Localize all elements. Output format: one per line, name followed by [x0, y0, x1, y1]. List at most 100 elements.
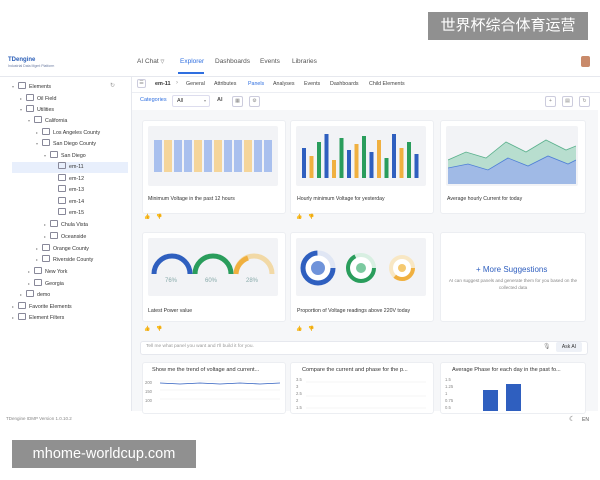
thumbs-up-icon[interactable]: 👍 — [296, 214, 302, 220]
app-logo[interactable]: TDengine Industrial Data Mgmt Platform — [8, 57, 54, 68]
element-icon — [26, 290, 34, 297]
chevron-down-icon: ▾ — [203, 98, 206, 103]
nav-events[interactable]: Events — [260, 58, 280, 65]
tab-attributes[interactable]: Attributes — [214, 81, 236, 87]
sidebar-item-favorite-elements[interactable]: ▸ Favorite Elements — [12, 302, 72, 312]
grid-view-icon[interactable]: ▦ — [232, 96, 243, 107]
tab-child-elements[interactable]: Child Elements — [369, 81, 405, 87]
sidebar-item-label: demo — [37, 292, 51, 298]
thumbs-down-icon[interactable]: 👎 — [156, 214, 162, 220]
sidebar-item-label: Oceanside — [61, 234, 87, 240]
categories-label[interactable]: Categories — [140, 97, 167, 103]
avatar[interactable] — [581, 56, 590, 67]
sidebar-item-chula-vista[interactable]: ▸ Chula Vista — [44, 220, 88, 230]
thumbs-down-icon[interactable]: 👎 — [156, 326, 162, 332]
sidebar-item-elements[interactable]: ▾ Elements — [12, 82, 51, 92]
bar — [339, 138, 344, 178]
microphone-icon[interactable]: 🎙 — [543, 343, 551, 350]
dark-mode-icon[interactable]: ☾ — [569, 415, 575, 423]
panel-title: Show me the trend of voltage and current… — [152, 367, 260, 373]
sidebar-item-em-11[interactable]: em-11 — [52, 162, 84, 172]
sidebar-item-label: California — [45, 118, 68, 124]
thumbs-up-icon[interactable]: 👍 — [144, 214, 150, 220]
add-icon[interactable]: + — [545, 96, 556, 107]
y-axis-ticks: 3.5 3 2.5 2 1.5 — [296, 377, 302, 410]
sidebar-item-em-15[interactable]: em-15 — [52, 208, 84, 218]
sidebar-item-california[interactable]: ▾ California — [28, 116, 67, 126]
thumbs-up-icon[interactable]: 👍 — [296, 326, 302, 332]
sidebar-item-oceanside[interactable]: ▸ Oceanside — [44, 232, 86, 242]
element-icon — [34, 116, 42, 123]
url-banner: mhome-worldcup.com — [12, 440, 196, 468]
more-suggestions-title[interactable]: + More Suggestions — [476, 265, 547, 274]
sidebar-item-riverside-county[interactable]: ▸ Riverside County — [36, 255, 93, 265]
current-area-chart — [448, 139, 576, 184]
bar — [347, 150, 351, 178]
y-axis-ticks: 1.5 1.25 1 0.75 0.5 — [445, 377, 454, 410]
bar — [174, 140, 182, 172]
sidebar-item-label: Orange County — [53, 246, 89, 252]
brand-banner: 世界杯综合体育运营 — [428, 12, 588, 40]
bar — [309, 156, 314, 178]
element-icon — [58, 208, 66, 215]
bar — [184, 140, 192, 172]
sidebar-item-san-diego[interactable]: ▾ San Diego — [44, 151, 86, 161]
power-gauges — [151, 253, 275, 275]
sidebar-item-new-york[interactable]: ▸ New York — [28, 267, 67, 277]
refresh-icon[interactable]: ↻ — [579, 96, 590, 107]
voltage-bar-chart — [154, 140, 272, 172]
gauge-value: 60% — [205, 278, 218, 284]
element-icon — [42, 255, 50, 262]
sidebar-item-los-angeles-county[interactable]: ▸ Los Angeles County — [36, 128, 100, 138]
language-switch[interactable]: EN — [582, 417, 589, 423]
sidebar-item-label: em-13 — [69, 187, 85, 193]
sidebar-item-georgia[interactable]: ▸ Georgia — [28, 279, 64, 289]
ai-button[interactable]: AI — [217, 97, 223, 103]
sidebar-item-em-13[interactable]: em-13 — [52, 185, 84, 195]
sidebar-item-em-12[interactable]: em-12 — [52, 174, 84, 184]
nav-ai-chat[interactable]: AI Chat ▽ — [137, 58, 164, 65]
sidebar-item-label: em-11 — [69, 164, 84, 170]
bar — [317, 142, 321, 178]
bar — [407, 142, 411, 178]
sidebar-item-label: em-12 — [69, 176, 85, 182]
sidebar-item-utilities[interactable]: ▾ Utilities — [20, 105, 54, 115]
sidebar-item-label: Riverside County — [53, 257, 94, 263]
chevron-right-icon: › — [176, 80, 178, 86]
tab-general[interactable]: General — [186, 81, 205, 87]
category-select[interactable]: All ▾ — [172, 95, 210, 107]
nav-libraries[interactable]: Libraries — [292, 58, 317, 65]
breadcrumb: em-11 — [155, 81, 171, 87]
element-icon — [18, 313, 26, 320]
nav-explorer[interactable]: Explorer — [180, 58, 204, 65]
sidebar-item-san-diego-county[interactable]: ▾ San Diego County — [36, 139, 96, 149]
sidebar-item-label: Georgia — [45, 281, 64, 287]
tab-analyses[interactable]: Analyses — [273, 81, 295, 87]
bar — [214, 140, 222, 172]
ask-ai-button[interactable]: Ask AI — [556, 342, 582, 352]
tab-dashboards[interactable]: Dashboards — [330, 81, 359, 87]
thumbs-down-icon[interactable]: 👎 — [308, 326, 314, 332]
bar — [154, 140, 162, 172]
sidebar-item-element-filters[interactable]: ▸ Element Filters — [12, 313, 64, 323]
layout-icon[interactable]: ▤ — [562, 96, 573, 107]
sidebar-item-orange-county[interactable]: ▸ Orange County — [36, 244, 89, 254]
sidebar-item-demo[interactable]: ▸ demo — [20, 290, 50, 300]
sidebar-item-label: Oil Field — [37, 96, 57, 102]
sidebar-refresh-icon[interactable]: ↻ — [110, 82, 115, 89]
thumbs-down-icon[interactable]: 👎 — [308, 214, 314, 220]
tab-events[interactable]: Events — [304, 81, 320, 87]
panel-title: Minimum Voltage in the past 12 hours — [148, 196, 235, 202]
bar — [244, 140, 252, 172]
tab-panels[interactable]: Panels — [248, 81, 264, 87]
nav-dashboards[interactable]: Dashboards — [215, 58, 250, 65]
sidebar-item-oil-field[interactable]: ▸ Oil Field — [20, 94, 56, 104]
sidebar-item-em-14[interactable]: em-14 — [52, 197, 84, 207]
sidebar-item-label: Chula Vista — [61, 222, 88, 228]
settings-icon[interactable]: ⚙ — [249, 96, 260, 107]
element-icon — [34, 279, 42, 286]
sidebar-item-label: Favorite Elements — [29, 304, 72, 310]
panel-toggle-icon[interactable]: ☰ — [137, 79, 146, 88]
bar — [414, 154, 419, 178]
thumbs-up-icon[interactable]: 👍 — [144, 326, 150, 332]
